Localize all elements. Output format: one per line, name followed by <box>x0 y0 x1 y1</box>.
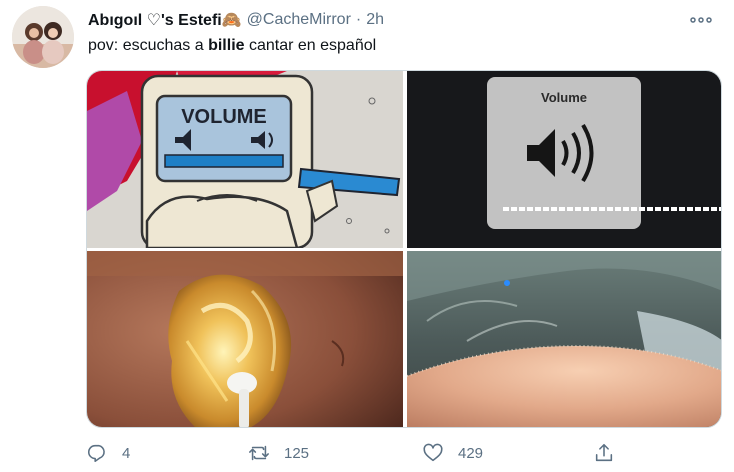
reply-button[interactable]: 4 <box>86 440 130 466</box>
retweet-count: 125 <box>284 444 310 462</box>
hud-volume-label: Volume <box>541 90 587 105</box>
more-icon[interactable] <box>688 9 714 31</box>
reply-icon <box>87 444 105 463</box>
media-image-cartoon-volume[interactable]: VOLUME <box>87 71 403 248</box>
share-icon <box>595 443 613 462</box>
action-bar: 4 125 429 <box>86 440 626 466</box>
media-image-goosebumps-arm[interactable] <box>407 251 721 427</box>
heart-icon <box>423 443 443 462</box>
tweet-text-bold: billie <box>208 37 245 54</box>
retweet-button[interactable]: 125 <box>248 440 309 466</box>
tweet-text: pov: escuchas a billie cantar en español <box>88 37 376 55</box>
share-button[interactable] <box>593 440 615 466</box>
media-image-volume-hud[interactable]: Volume <box>407 71 721 248</box>
retweet-icon <box>249 445 269 461</box>
separator-dot: · <box>355 11 362 28</box>
user-handle[interactable]: @CacheMirror <box>247 11 351 29</box>
tweet-time[interactable]: 2h <box>366 11 384 29</box>
reply-count: 4 <box>122 444 131 462</box>
tweet-header: Abıgoıl ♡'s Estefi🙈 @CacheMirror · 2h <box>88 9 714 31</box>
like-button[interactable]: 429 <box>422 440 483 466</box>
media-grid: VOLUME Volume <box>86 70 722 428</box>
tweet-text-part-1: pov: escuchas a <box>88 37 209 54</box>
display-name[interactable]: Abıgoıl ♡'s Estefi🙈 <box>88 10 242 30</box>
like-count: 429 <box>458 444 484 462</box>
media-image-golden-ear[interactable] <box>87 251 403 427</box>
avatar[interactable] <box>12 6 74 68</box>
cartoon-volume-label: VOLUME <box>181 106 267 128</box>
avatar-photo <box>12 6 74 68</box>
tweet-text-part-2: cantar en español <box>244 37 377 54</box>
